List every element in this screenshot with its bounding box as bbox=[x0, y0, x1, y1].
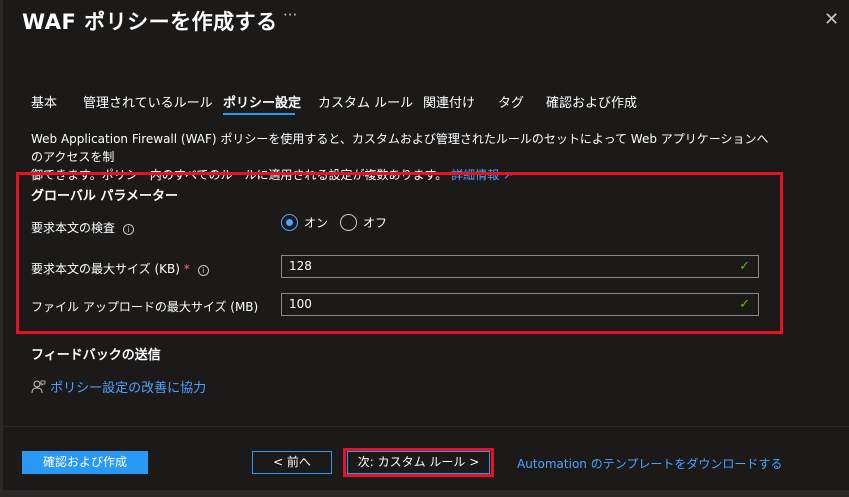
tab-custom-rules[interactable]: カスタム ルール bbox=[318, 92, 413, 111]
body-inspection-label: 要求本文の検査 i bbox=[31, 219, 135, 236]
feedback-person-icon bbox=[31, 380, 46, 394]
global-parameters-title: グローバル パラメーター bbox=[31, 189, 179, 204]
next-custom-rules-button[interactable]: 次: カスタム ルール > bbox=[347, 451, 490, 474]
previous-button[interactable]: < 前へ bbox=[252, 451, 332, 474]
tab-basics[interactable]: 基本 bbox=[31, 92, 57, 111]
max-body-size-input[interactable]: 128 ✓ bbox=[281, 255, 759, 278]
valid-check-icon: ✓ bbox=[739, 259, 750, 274]
tab-managed-rules[interactable]: 管理されているルール bbox=[83, 92, 213, 111]
info-icon[interactable]: i bbox=[123, 224, 135, 235]
max-body-size-label: 要求本文の最大サイズ (KB) * i bbox=[31, 260, 209, 277]
more-options-icon[interactable]: ··· bbox=[283, 6, 297, 24]
tab-association[interactable]: 関連付け bbox=[423, 92, 475, 111]
footer-divider bbox=[0, 426, 849, 427]
feedback-title: フィードバックの送信 bbox=[31, 348, 161, 363]
max-upload-size-label: ファイル アップロードの最大サイズ (MB) bbox=[31, 300, 259, 314]
close-icon[interactable]: ✕ bbox=[824, 9, 839, 30]
tab-tags[interactable]: タグ bbox=[498, 92, 524, 111]
radio-on-indicator bbox=[281, 214, 298, 231]
page-title: WAF ポリシーを作成する bbox=[22, 10, 278, 34]
feedback-link[interactable]: ポリシー設定の改善に協力 bbox=[31, 377, 206, 396]
bottom-edge bbox=[0, 490, 849, 497]
info-icon[interactable]: i bbox=[197, 265, 209, 276]
required-mark: * bbox=[183, 262, 190, 276]
description-line-1: Web Application Firewall (WAF) ポリシーを使用する… bbox=[31, 132, 769, 164]
radio-off-indicator bbox=[340, 214, 357, 231]
tab-policy-settings[interactable]: ポリシー設定 bbox=[223, 92, 301, 111]
left-edge bbox=[0, 0, 3, 497]
tab-review-create[interactable]: 確認および作成 bbox=[546, 92, 637, 111]
download-automation-template-link[interactable]: Automation のテンプレートをダウンロードする bbox=[517, 455, 782, 472]
tab-bar: 基本 管理されているルール ポリシー設定 カスタム ルール 関連付け タグ 確認… bbox=[31, 92, 671, 116]
review-create-button[interactable]: 確認および作成 bbox=[22, 451, 148, 474]
radio-on[interactable]: オン bbox=[281, 214, 328, 231]
active-tab-indicator bbox=[223, 113, 295, 115]
max-upload-size-input[interactable]: 100 ✓ bbox=[281, 293, 759, 316]
radio-off[interactable]: オフ bbox=[340, 214, 387, 231]
valid-check-icon: ✓ bbox=[739, 297, 750, 312]
create-waf-policy-panel: WAF ポリシーを作成する ··· ✕ 基本 管理されているルール ポリシー設定… bbox=[0, 0, 849, 497]
